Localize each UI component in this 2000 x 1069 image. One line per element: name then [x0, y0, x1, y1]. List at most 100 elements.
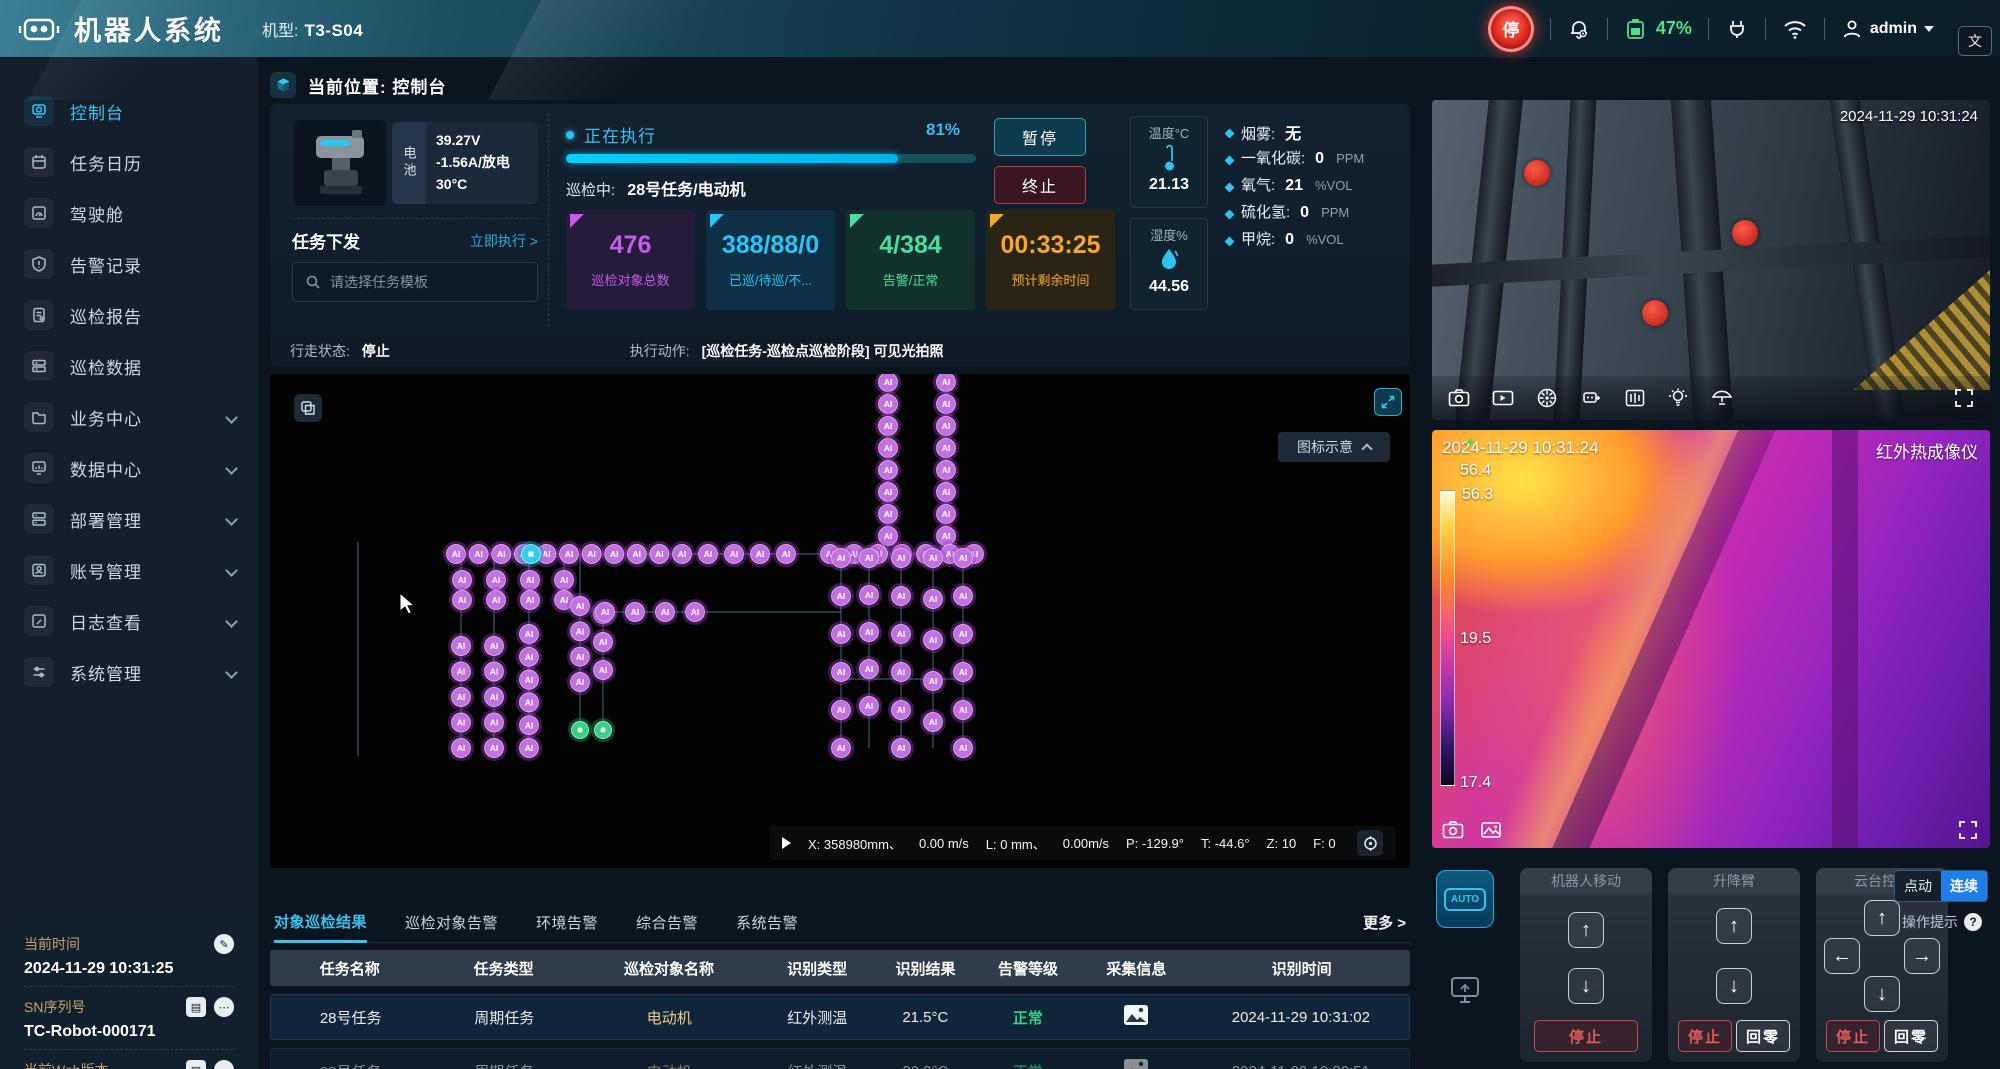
battery-voltage: 39.27V	[436, 129, 510, 151]
gimbal-down-button[interactable]: ↓	[1864, 976, 1900, 1012]
emergency-stop-button[interactable]: 停	[1488, 6, 1534, 52]
svg-text:AI: AI	[929, 594, 938, 604]
table-row[interactable]: 28号任务 周期任务 电动机 红外测温 21.5°C 正常 2024-11-29…	[270, 994, 1410, 1040]
auto-mode-button[interactable]: AUTO	[1436, 870, 1494, 928]
map-layers-button[interactable]	[294, 394, 322, 422]
sidebar-item-data-center[interactable]: 数据中心	[0, 446, 258, 490]
manual-mode-button[interactable]	[1436, 962, 1494, 1020]
tab-system-alarms[interactable]: 系统告警	[736, 903, 798, 943]
sidebar-item-cockpit[interactable]: 驾驶舱	[0, 191, 258, 235]
sidebar-item-alarm-records[interactable]: 告警记录	[0, 242, 258, 286]
arm-down-button[interactable]: ↓	[1716, 968, 1752, 1004]
robot-control-icon[interactable]	[1580, 388, 1602, 408]
svg-text:AI: AI	[942, 465, 951, 475]
svg-text:AI: AI	[929, 553, 938, 563]
divider	[548, 114, 549, 326]
language-overlay-badge[interactable]: 文	[1958, 26, 1992, 56]
inspection-map[interactable]: AIAIAIAIAIAIAIAIAIAIAIAIAIAIAIAIAIAIAIAI…	[270, 374, 1410, 868]
walk-status-value: 停止	[362, 343, 390, 359]
execute-now-link[interactable]: 立即执行 >	[470, 231, 538, 251]
svg-text:AI: AI	[490, 641, 499, 651]
scale-min-label: 17.4	[1460, 774, 1491, 792]
legend-toggle[interactable]: 图标示意	[1278, 432, 1390, 462]
table-row[interactable]: 28号任务 周期任务 电动机 红外测温 20.3°C 正常 2024-11-29…	[270, 1048, 1410, 1069]
svg-text:AI: AI	[452, 549, 461, 559]
thermal-snapshot-icon[interactable]	[1442, 820, 1464, 840]
map-expand-button[interactable]	[1374, 388, 1402, 416]
alarm-bell-icon[interactable]	[1567, 17, 1591, 41]
sidebar-item-accounts[interactable]: 账号管理	[0, 548, 258, 592]
sidebar-item-logs[interactable]: 日志查看	[0, 599, 258, 643]
pause-button[interactable]: 暂停	[994, 118, 1086, 156]
thermal-gallery-icon[interactable]	[1480, 820, 1502, 840]
robot-move-stop-button[interactable]: 停止	[1534, 1020, 1638, 1052]
task-template-select[interactable]	[292, 262, 538, 302]
svg-text:AI: AI	[525, 652, 534, 662]
thermal-camera-feed[interactable]: 2024-11-29 10:31:24 + 红外热成像仪 56.4 56.3 1…	[1432, 430, 1990, 848]
sidebar-item-business-center[interactable]: 业务中心	[0, 395, 258, 439]
sidebar-item-task-calendar[interactable]: 任务日历	[0, 140, 258, 184]
sidebar-item-inspection-report[interactable]: 巡检报告	[0, 293, 258, 337]
current-time-label: 当前时间	[24, 934, 80, 954]
help-icon[interactable]: ?	[1964, 913, 1982, 931]
continuous-mode-option[interactable]: 连续	[1941, 871, 1987, 901]
fullscreen-icon[interactable]	[1954, 388, 1974, 408]
sidebar-item-system[interactable]: 系统管理	[0, 650, 258, 694]
svg-text:AI: AI	[457, 667, 466, 677]
thermal-fullscreen-icon[interactable]	[1958, 820, 1978, 840]
gimbal-left-button[interactable]: ←	[1824, 938, 1860, 974]
move-backward-button[interactable]: ↓	[1568, 968, 1604, 1004]
scale-max-label: 56.4	[1460, 462, 1491, 480]
captured-image-icon[interactable]	[1124, 1005, 1148, 1025]
move-forward-button[interactable]: ↑	[1568, 912, 1604, 948]
defog-fan-icon[interactable]	[1536, 387, 1558, 409]
stat-inspected: 388/88/0 已巡/待巡/不...	[706, 210, 835, 310]
copy-version-icon[interactable]: ▤	[186, 1060, 206, 1069]
light-icon[interactable]	[1668, 387, 1688, 409]
edit-time-icon[interactable]: ✎	[214, 934, 234, 954]
sidebar-item-deployment[interactable]: 部署管理	[0, 497, 258, 541]
tab-comprehensive-alarms[interactable]: 综合告警	[636, 903, 698, 943]
task-template-input[interactable]	[330, 274, 510, 290]
console-icon	[24, 96, 54, 126]
svg-text:AI: AI	[959, 667, 968, 677]
jog-mode-option[interactable]: 点动	[1895, 871, 1941, 901]
gimbal-stop-button[interactable]: 停止	[1826, 1020, 1880, 1052]
captured-image-icon[interactable]	[1124, 1059, 1148, 1069]
gimbal-zero-button[interactable]: 回零	[1884, 1020, 1938, 1052]
sidebar-item-inspection-data[interactable]: 巡检数据	[0, 344, 258, 388]
gimbal-up-button[interactable]: ↑	[1864, 900, 1900, 936]
visible-light-camera-feed[interactable]: 2024-11-29 10:31:24	[1432, 100, 1990, 420]
arm-up-button[interactable]: ↑	[1716, 908, 1752, 944]
terminate-button[interactable]: 终止	[994, 166, 1086, 204]
progress-fill	[566, 154, 898, 163]
svg-text:AI: AI	[458, 575, 467, 585]
snapshot-icon[interactable]	[1448, 388, 1470, 408]
svg-text:AI: AI	[730, 549, 739, 559]
tab-object-alarms[interactable]: 巡检对象告警	[405, 903, 498, 943]
arm-zero-button[interactable]: 回零	[1736, 1020, 1790, 1052]
tab-environment-alarms[interactable]: 环境告警	[536, 903, 598, 943]
settings-panel-icon[interactable]	[1624, 388, 1646, 408]
wiper-icon[interactable]	[1710, 388, 1734, 408]
expand-arrow-icon[interactable]	[782, 837, 791, 849]
record-video-icon[interactable]	[1492, 388, 1514, 408]
relocate-button[interactable]	[1357, 830, 1383, 856]
chevron-expand-icon	[225, 411, 238, 424]
arm-stop-button[interactable]: 停止	[1678, 1020, 1732, 1052]
tab-object-results[interactable]: 对象巡检结果	[274, 903, 367, 943]
more-link[interactable]: 更多 >	[1363, 912, 1406, 933]
svg-text:AI: AI	[942, 531, 951, 541]
more-version-icon[interactable]: ⋯	[214, 1060, 234, 1069]
gimbal-right-button[interactable]: →	[1904, 938, 1940, 974]
user-menu[interactable]: admin	[1841, 18, 1934, 40]
copy-sn-icon[interactable]: ▤	[186, 997, 206, 1017]
svg-text:AI: AI	[457, 692, 466, 702]
charging-plug-icon[interactable]	[1725, 17, 1749, 41]
svg-text:AI: AI	[897, 553, 906, 563]
svg-text:AI: AI	[492, 595, 501, 605]
more-sn-icon[interactable]: ⋯	[214, 997, 234, 1017]
svg-text:AI: AI	[897, 743, 906, 753]
wifi-icon[interactable]	[1782, 18, 1808, 40]
gas-methane: 甲烷: 0 %VOL	[1226, 228, 1364, 255]
